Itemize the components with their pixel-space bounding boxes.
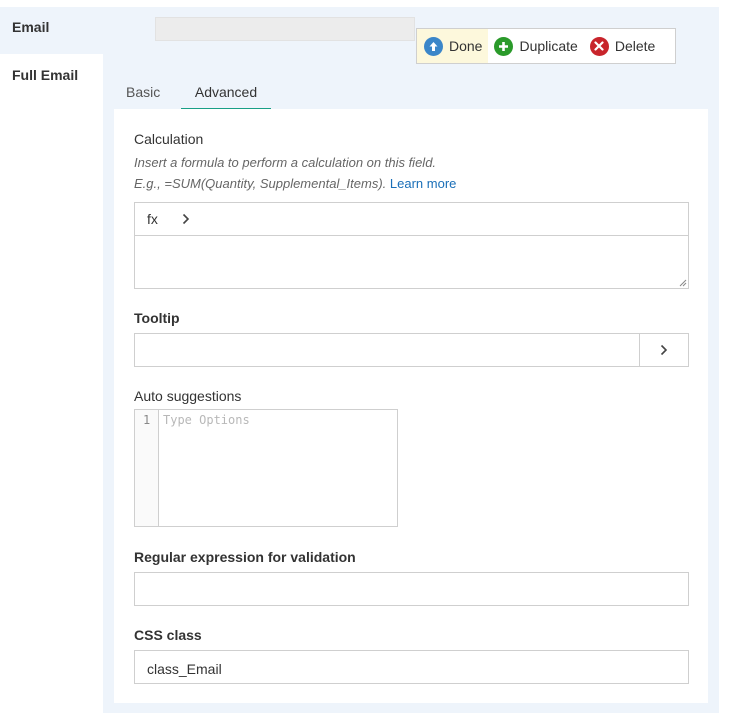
done-label: Done <box>449 38 483 54</box>
regex-heading: Regular expression for validation <box>134 549 356 565</box>
plus-icon <box>494 36 514 56</box>
delete-label: Delete <box>614 38 656 54</box>
tooltip-input[interactable] <box>134 333 640 367</box>
calculation-hint-line1: Insert a formula to perform a calculatio… <box>134 155 437 170</box>
calculation-hint-line2: E.g., =SUM(Quantity, Supplemental_Items)… <box>134 176 387 191</box>
tab-basic[interactable]: Basic <box>126 84 160 100</box>
tooltip-heading: Tooltip <box>134 310 180 326</box>
css-class-input[interactable]: class_Email <box>134 650 689 684</box>
tooltip-expand-button[interactable] <box>639 333 689 367</box>
advanced-tab-content <box>114 109 708 703</box>
done-button[interactable]: Done <box>417 29 489 63</box>
line-number-gutter: 1 <box>135 410 159 526</box>
fx-button[interactable]: fx <box>147 211 158 227</box>
field-label-email: Email <box>12 19 50 35</box>
field-label-full-email: Full Email <box>12 67 79 83</box>
formula-textarea[interactable] <box>134 235 689 289</box>
duplicate-label: Duplicate <box>519 38 578 54</box>
resize-handle-icon[interactable] <box>678 278 687 287</box>
close-icon <box>589 36 609 56</box>
learn-more-link[interactable]: Learn more <box>390 176 456 191</box>
regex-input[interactable] <box>134 572 689 606</box>
chevron-right-icon <box>660 344 668 356</box>
line-number: 1 <box>143 413 151 427</box>
tab-advanced[interactable]: Advanced <box>181 84 271 111</box>
delete-button[interactable]: Delete <box>584 29 661 63</box>
auto-suggestions-editor[interactable]: 1 Type Options <box>134 409 398 527</box>
calculation-heading: Calculation <box>134 131 204 147</box>
auto-suggestions-placeholder: Type Options <box>163 413 250 427</box>
arrow-up-icon <box>424 36 443 56</box>
field-toolbar: Done Duplicate Delete <box>416 28 676 64</box>
auto-suggestions-heading: Auto suggestions <box>134 388 242 404</box>
field-preview-input[interactable] <box>155 17 415 41</box>
calculation-hint: Insert a formula to perform a calculatio… <box>134 152 694 194</box>
settings-tabs: Basic Advanced <box>114 80 708 111</box>
css-class-heading: CSS class <box>134 627 202 643</box>
duplicate-button[interactable]: Duplicate <box>488 29 583 63</box>
chevron-right-icon[interactable] <box>181 212 191 230</box>
formula-toolbar: fx <box>134 202 689 236</box>
